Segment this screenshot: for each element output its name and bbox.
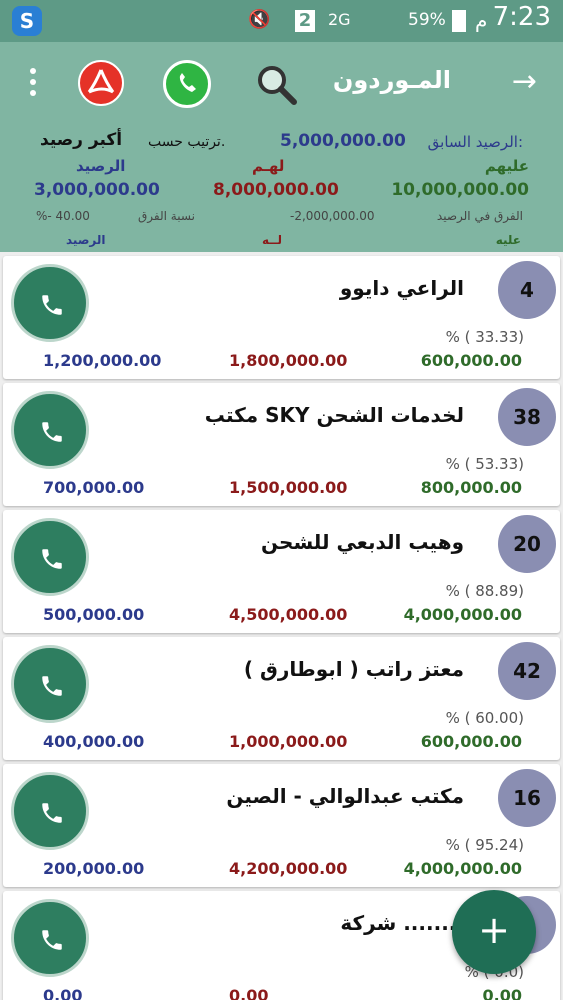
balance-label: الرصيد <box>76 157 126 175</box>
supplier-name: معتز راتب ( ابوطارق ) <box>243 657 464 681</box>
clock: 7:23 <box>492 2 551 32</box>
call-button[interactable] <box>11 391 89 469</box>
phone-icon <box>42 295 62 315</box>
sort-by-value[interactable]: أكبر رصيد <box>40 130 122 150</box>
supplier-balance: 200,000.00 <box>43 859 145 878</box>
toolbar: المـوردون → <box>0 42 563 122</box>
supplier-balance: 1,200,000.00 <box>43 351 162 370</box>
supplier-percent: % ( 33.33) <box>445 328 524 346</box>
supplier-name: مكتب عبدالوالي - الصين <box>226 784 464 808</box>
supplier-debit: 0.00 <box>482 986 522 1000</box>
supplier-percent: % ( 53.33) <box>445 455 524 473</box>
call-button[interactable] <box>11 518 89 596</box>
supplier-name: الراعي دايوو <box>339 276 464 300</box>
supplier-balance: 500,000.00 <box>43 605 145 624</box>
arrow-right-icon[interactable]: → <box>512 64 537 99</box>
prev-balance-label: الرصيد السابق: <box>427 133 523 151</box>
count-badge: 16 <box>498 769 556 827</box>
list-item[interactable]: 4 الراعي دايوو % ( 33.33) 600,000.00 1,8… <box>3 256 560 379</box>
supplier-balance: 700,000.00 <box>43 478 145 497</box>
diff-pct-label: نسبة الفرق <box>138 209 195 223</box>
owed-to-them-label: لهـم <box>252 157 285 175</box>
call-button[interactable] <box>11 264 89 342</box>
call-button[interactable] <box>11 772 89 850</box>
list-item[interactable]: 38 مكتب SKY لخدمات الشحن % ( 53.33) 800,… <box>3 383 560 506</box>
they-owe-label: عليهم <box>484 157 529 175</box>
supplier-credit: 4,200,000.00 <box>229 859 348 878</box>
column-label-debit: عليه <box>495 233 521 247</box>
list-item[interactable]: 20 وهيب الدبعي للشحن % ( 88.89) 4,000,00… <box>3 510 560 633</box>
column-label-balance: الرصيد <box>66 233 106 247</box>
supplier-balance: 0.00 <box>43 986 83 1000</box>
battery-icon <box>452 10 466 32</box>
phone-icon <box>42 803 62 823</box>
supplier-debit: 600,000.00 <box>420 351 522 370</box>
search-icon[interactable] <box>254 62 298 106</box>
count-badge: 20 <box>498 515 556 573</box>
phone-icon <box>42 549 62 569</box>
phone-icon <box>42 930 62 950</box>
supplier-percent: % ( 60.00) <box>445 709 524 727</box>
supplier-credit: 4,500,000.00 <box>229 605 348 624</box>
app-notification-icon: S <box>12 6 42 36</box>
list-item[interactable]: 16 مكتب عبدالوالي - الصين % ( 95.24) 4,0… <box>3 764 560 887</box>
sim-badge: 2 <box>295 10 315 32</box>
supplier-credit: 1,800,000.00 <box>229 351 348 370</box>
sort-by-label[interactable]: ترتيب حسب. <box>148 132 225 152</box>
supplier-debit: 800,000.00 <box>420 478 522 497</box>
diff-label: الفرق في الرصيد <box>436 209 523 223</box>
diff-value: -2,000,000.00 <box>290 209 375 223</box>
supplier-credit: 1,000,000.00 <box>229 732 348 751</box>
network-type: 2G <box>328 10 351 29</box>
more-vert-icon[interactable] <box>30 68 40 101</box>
phone-icon <box>42 422 62 442</box>
supplier-list[interactable]: 4 الراعي دايوو % ( 33.33) 600,000.00 1,8… <box>0 252 563 1000</box>
call-button[interactable] <box>11 645 89 723</box>
diff-pct-value: %- 40.00 <box>36 209 90 223</box>
column-label-credit: لــه <box>262 233 282 247</box>
count-badge: 38 <box>498 388 556 446</box>
summary-panel: الرصيد السابق: 5,000,000.00 ترتيب حسب. أ… <box>0 122 563 252</box>
count-badge: 4 <box>498 261 556 319</box>
supplier-credit: 1,500,000.00 <box>229 478 348 497</box>
supplier-percent: % ( 88.89) <box>445 582 524 600</box>
owed-to-them-value: 8,000,000.00 <box>213 180 339 200</box>
page-title: المـوردون <box>332 66 451 94</box>
phone-icon <box>42 676 62 696</box>
header: المـوردون → الرصيد السابق: 5,000,000.00 … <box>0 42 563 252</box>
supplier-debit: 4,000,000.00 <box>403 859 522 878</box>
add-supplier-button[interactable]: + <box>452 890 536 974</box>
call-button[interactable] <box>11 899 89 977</box>
supplier-name: وهيب الدبعي للشحن <box>261 530 464 554</box>
balance-value: 3,000,000.00 <box>34 180 160 200</box>
status-bar: S 🔇 2 2G 59% م 7:23 <box>0 0 563 42</box>
supplier-name: شركة ........ <box>340 911 464 935</box>
am-pm: م <box>475 8 488 32</box>
battery-percent: 59% <box>408 10 446 30</box>
list-item[interactable]: 42 معتز راتب ( ابوطارق ) % ( 60.00) 600,… <box>3 637 560 760</box>
count-badge: 42 <box>498 642 556 700</box>
supplier-debit: 4,000,000.00 <box>403 605 522 624</box>
supplier-debit: 600,000.00 <box>420 732 522 751</box>
they-owe-value: 10,000,000.00 <box>391 180 529 200</box>
supplier-name: مكتب SKY لخدمات الشحن <box>204 403 464 427</box>
mute-icon: 🔇 <box>248 9 271 30</box>
supplier-credit: 0.00 <box>229 986 269 1000</box>
supplier-balance: 400,000.00 <box>43 732 145 751</box>
whatsapp-icon[interactable] <box>163 60 211 108</box>
pdf-icon[interactable] <box>78 60 124 106</box>
prev-balance-value: 5,000,000.00 <box>280 131 406 151</box>
supplier-percent: % ( 95.24) <box>445 836 524 854</box>
